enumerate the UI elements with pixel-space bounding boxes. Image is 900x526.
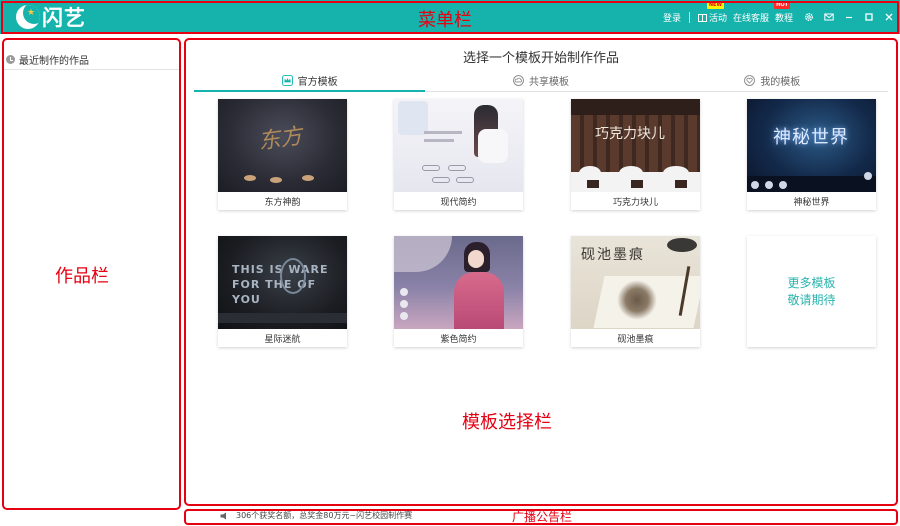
minimize-icon[interactable] <box>842 10 856 24</box>
template-panel: 选择一个模板开始制作作品 官方模板 共享模板 我的模板 东方 东方神韵 现代简约… <box>184 36 898 506</box>
online-support-link[interactable]: 在线客服 <box>730 11 772 24</box>
tab-mine[interactable]: 我的模板 <box>657 70 888 91</box>
menu-bar-annotation: 菜单栏 <box>418 10 472 31</box>
tab-label: 我的模板 <box>760 77 801 88</box>
recent-works-header[interactable]: 最近制作的作品 <box>3 50 179 70</box>
login-link[interactable]: 登录 <box>660 11 684 24</box>
crown-icon <box>281 75 293 86</box>
announcement-link[interactable]: 306个获奖名额，总奖金80万元~闪艺校园制作赛 <box>220 510 412 521</box>
template-card-yanchi[interactable]: 砚池墨痕 砚池墨痕 <box>571 236 700 347</box>
tutorial-label: 教程 <box>774 13 793 24</box>
template-thumbnail: 神秘世界 <box>747 99 876 192</box>
tab-label: 共享模板 <box>528 77 569 88</box>
template-card-dongfang[interactable]: 东方 东方神韵 <box>218 99 347 210</box>
close-icon[interactable] <box>882 10 896 24</box>
template-card-qiaokeli[interactable]: 巧克力块儿 巧克力块儿 <box>571 99 700 210</box>
template-panel-title: 选择一个模板开始制作作品 <box>462 51 619 66</box>
template-thumbnail <box>394 236 523 329</box>
thumbnail-calligraphy: 东方 <box>256 124 304 155</box>
new-badge: NEW <box>706 1 724 9</box>
template-thumbnail: 砚池墨痕 <box>571 236 700 329</box>
logo-text: 闪艺 <box>42 6 86 30</box>
hot-badge: HOT <box>774 1 790 9</box>
more-templates-card: 更多模板 敬请期待 <box>747 236 876 347</box>
activity-label: 活动 <box>708 13 727 24</box>
speaker-icon <box>220 512 226 519</box>
tab-official[interactable]: 官方模板 <box>194 70 426 92</box>
template-thumbnail <box>394 99 523 192</box>
moon-logo-icon: ★ <box>16 5 40 29</box>
tutorial-link[interactable]: 教程 HOT <box>772 1 796 24</box>
thumbnail-title: 神秘世界 <box>773 127 849 148</box>
announcement-text: 306个获奖名额，总奖金80万元~闪艺校园制作赛 <box>236 511 413 520</box>
thumbnail-title: 巧克力块儿 <box>595 126 665 142</box>
app-logo: ★ 闪艺 <box>16 3 86 31</box>
clock-icon <box>6 55 15 64</box>
template-name: 现代简约 <box>440 197 477 208</box>
works-bar-annotation: 作品栏 <box>55 266 109 287</box>
more-templates-text: 更多模板 <box>787 275 836 290</box>
template-thumbnail: THIS IS WARE FOR THE OF YOU <box>218 236 347 329</box>
tab-label: 官方模板 <box>297 77 338 88</box>
ad-bar-annotation: 广播公告栏 <box>512 510 573 524</box>
template-name: 巧克力块儿 <box>612 197 658 208</box>
mail-icon[interactable] <box>822 10 836 24</box>
maximize-icon[interactable] <box>862 10 876 24</box>
template-name: 神秘世界 <box>793 197 830 208</box>
activity-link[interactable]: 活动 NEW <box>695 1 730 24</box>
divider <box>688 11 690 23</box>
coming-soon-text: 敬请期待 <box>787 292 836 307</box>
template-tabs: 官方模板 共享模板 我的模板 <box>194 70 888 92</box>
template-name: 东方神韵 <box>264 197 301 208</box>
tab-shared[interactable]: 共享模板 <box>425 70 656 91</box>
template-card-xiandai[interactable]: 现代简约 <box>394 99 523 210</box>
template-name: 星际迷航 <box>264 334 301 345</box>
template-card-shenmi[interactable]: 神秘世界 神秘世界 <box>747 99 876 210</box>
recent-works-title: 最近制作的作品 <box>19 56 89 67</box>
cloud-icon <box>513 75 524 86</box>
gift-icon <box>697 13 707 22</box>
template-name: 紫色简约 <box>440 334 477 345</box>
template-thumbnail: 东方 <box>218 99 347 192</box>
template-name: 砚池墨痕 <box>617 334 654 345</box>
gear-icon[interactable] <box>802 10 816 24</box>
template-bar-annotation: 模板选择栏 <box>462 412 552 433</box>
thumbnail-calligraphy: 砚池墨痕 <box>581 247 645 263</box>
template-card-xingji[interactable]: THIS IS WARE FOR THE OF YOU 星际迷航 <box>218 236 347 347</box>
template-card-zise[interactable]: 紫色简约 <box>394 236 523 347</box>
template-thumbnail: 巧克力块儿 <box>571 99 700 192</box>
heart-icon <box>744 75 756 86</box>
top-right-toolbar: 登录 活动 NEW 在线客服 教程 HOT <box>660 0 896 34</box>
